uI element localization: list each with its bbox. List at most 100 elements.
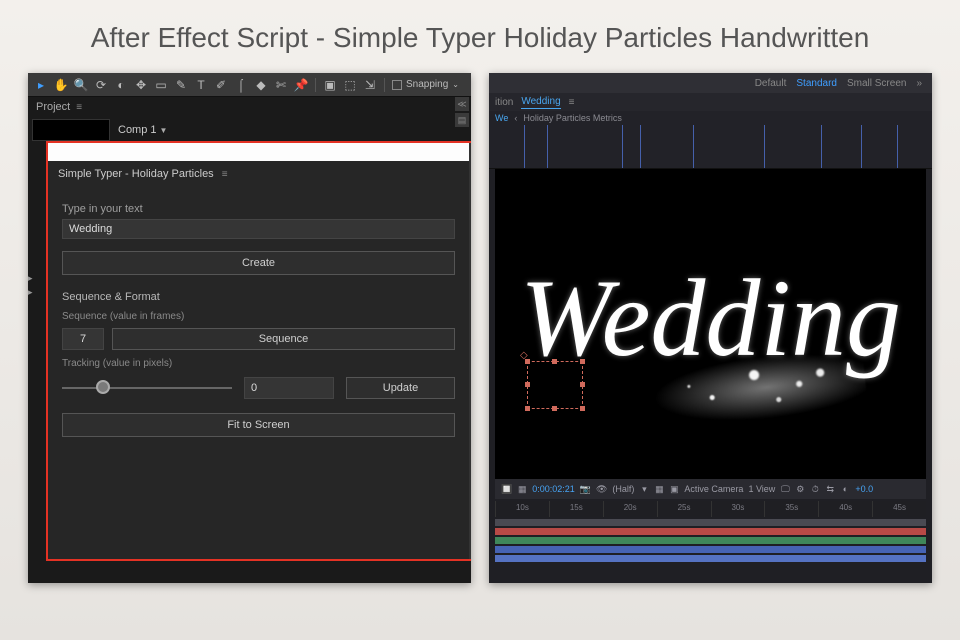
chevron-right-icon[interactable]: ▸	[28, 273, 33, 284]
scrollbar[interactable]	[469, 143, 471, 559]
right-panel: Default Standard Small Screen » ition We…	[489, 73, 932, 583]
clone-tool-icon[interactable]: ⌠	[234, 78, 248, 92]
tracking-value-input[interactable]	[244, 377, 334, 399]
transform-gizmo[interactable]: ◇	[527, 361, 583, 409]
views-dropdown[interactable]: 1 View	[748, 484, 775, 494]
project-panel-tab[interactable]: Project ≡	[28, 97, 471, 117]
composition-viewer[interactable]: Wedding ◇	[495, 169, 926, 479]
rotate-tool-icon[interactable]: ◐	[114, 78, 128, 92]
panel-menu-icon[interactable]: ≡	[222, 169, 228, 180]
panel-dock-icons: ≪ ▤	[455, 97, 469, 127]
breadcrumb-item[interactable]: Holiday Particles Metrics	[523, 113, 622, 123]
pixel-aspect-icon[interactable]: 🖵	[780, 484, 790, 495]
snapshot-icon[interactable]: 📷	[580, 484, 591, 495]
layer-bar[interactable]	[495, 537, 926, 544]
fast-preview-icon[interactable]: ⚙	[795, 484, 805, 495]
type-text-label: Type in your text	[62, 203, 455, 215]
info-panel-icon[interactable]: ≪	[455, 97, 469, 111]
timeline-layers	[495, 519, 926, 562]
resize-handle[interactable]	[525, 382, 530, 387]
puppet-tool-icon[interactable]: 📌	[294, 78, 308, 92]
anchor-tool-icon[interactable]: ✥	[134, 78, 148, 92]
show-snapshot-icon[interactable]: 👁	[596, 484, 607, 495]
roto-tool-icon[interactable]: ✄	[274, 78, 288, 92]
time-mark: 35s	[764, 501, 818, 517]
camera-dropdown[interactable]: Active Camera	[684, 484, 743, 494]
panel-menu-icon[interactable]: ≡	[569, 97, 575, 108]
slider-thumb-icon[interactable]	[96, 380, 110, 394]
resize-handle[interactable]	[580, 406, 585, 411]
toolbar-divider	[315, 78, 316, 92]
resize-handle[interactable]	[580, 382, 585, 387]
guides-icon[interactable]: ▣	[669, 484, 679, 495]
resolution-icon[interactable]: ▦	[517, 484, 527, 495]
pen-tool-icon[interactable]: ✎	[174, 78, 188, 92]
workspace-more-icon[interactable]: »	[916, 78, 922, 89]
audio-panel-icon[interactable]: ▤	[455, 113, 469, 127]
current-time[interactable]: 0:00:02:21	[532, 484, 575, 494]
project-item-row[interactable]: Comp 1	[28, 117, 471, 143]
time-mark: 15s	[549, 501, 603, 517]
resolution-dropdown[interactable]: (Half)	[612, 484, 634, 494]
hand-tool-icon[interactable]: ✋	[54, 78, 68, 92]
resize-handle[interactable]	[580, 359, 585, 364]
time-mark: 25s	[657, 501, 711, 517]
comp-tab-prefix: ition	[495, 97, 513, 108]
composition-tabbar: ition Wedding ≡	[489, 93, 932, 111]
chevron-right-icon[interactable]: ▸	[28, 287, 33, 298]
axis-icon[interactable]: ⇲	[363, 78, 377, 92]
layer-bar[interactable]	[495, 519, 926, 526]
resize-handle[interactable]	[525, 359, 530, 364]
workspace-standard[interactable]: Standard	[796, 78, 837, 89]
panel-menu-icon[interactable]: ≡	[76, 102, 82, 113]
project-tab-label: Project	[36, 101, 70, 113]
time-ruler[interactable]	[489, 125, 932, 169]
resize-handle[interactable]	[552, 359, 557, 364]
comp-name-label: Comp 1	[118, 124, 167, 136]
eraser-tool-icon[interactable]: ◆	[254, 78, 268, 92]
text-tool-icon[interactable]: T	[194, 78, 208, 92]
workspace-small-screen[interactable]: Small Screen	[847, 78, 906, 89]
selection-tool-icon[interactable]: ▸	[34, 78, 48, 92]
text-input[interactable]	[62, 219, 455, 239]
sequence-button[interactable]: Sequence	[112, 328, 455, 350]
update-button[interactable]: Update	[346, 377, 455, 399]
script-search-bar[interactable]	[48, 143, 469, 161]
exposure-reset-icon[interactable]: ◐	[840, 484, 850, 494]
timeline-axis[interactable]: 10s 15s 20s 25s 30s 35s 40s 45s	[495, 501, 926, 517]
layer-bar[interactable]	[495, 555, 926, 562]
exposure-value[interactable]: +0.0	[855, 484, 873, 494]
checkbox-icon	[392, 80, 402, 90]
tracking-label: Tracking (value in pixels)	[62, 358, 455, 369]
layer-bar[interactable]	[495, 546, 926, 553]
breadcrumb-root[interactable]: We	[495, 113, 508, 123]
resize-handle[interactable]	[525, 406, 530, 411]
workspace-default[interactable]: Default	[755, 78, 787, 89]
layer-bar[interactable]	[495, 528, 926, 535]
magnify-icon[interactable]: 🔲	[501, 484, 512, 495]
sequence-value-input[interactable]	[62, 328, 104, 350]
resize-handle[interactable]	[552, 406, 557, 411]
script-title-label: Simple Typer - Holiday Particles	[58, 168, 214, 180]
time-mark: 30s	[711, 501, 765, 517]
channel-icon[interactable]: ▾	[639, 484, 649, 495]
comp-tab-active[interactable]: Wedding	[521, 96, 560, 109]
brush-tool-icon[interactable]: ✐	[214, 78, 228, 92]
timeline-icon[interactable]: ⏱	[810, 484, 820, 495]
snapping-toggle[interactable]: Snapping ⌄	[392, 79, 459, 90]
sequence-section-label: Sequence & Format	[62, 291, 455, 303]
tracking-slider[interactable]	[62, 379, 232, 397]
shape-tool-icon[interactable]: ▭	[154, 78, 168, 92]
collapsed-side-panels: ▸ ▸	[28, 273, 33, 298]
fit-to-screen-button[interactable]: Fit to Screen	[62, 413, 455, 437]
create-button[interactable]: Create	[62, 251, 455, 275]
mask-mode-icon[interactable]: ⬚	[343, 78, 357, 92]
script-panel-highlight: Simple Typer - Holiday Particles ≡ Type …	[46, 141, 471, 561]
left-panel: ▸ ✋ 🔍 ⟳ ◐ ✥ ▭ ✎ T ✐ ⌠ ◆ ✄ 📌 ▣ ⬚ ⇲ Snappi…	[28, 73, 471, 583]
ae-toolbar: ▸ ✋ 🔍 ⟳ ◐ ✥ ▭ ✎ T ✐ ⌠ ◆ ✄ 📌 ▣ ⬚ ⇲ Snappi…	[28, 73, 471, 97]
zoom-tool-icon[interactable]: 🔍	[74, 78, 88, 92]
grid-icon[interactable]: ▦	[654, 484, 664, 495]
orbit-tool-icon[interactable]: ⟳	[94, 78, 108, 92]
flowchart-icon[interactable]: ⇆	[825, 484, 835, 495]
shape-fill-icon[interactable]: ▣	[323, 78, 337, 92]
